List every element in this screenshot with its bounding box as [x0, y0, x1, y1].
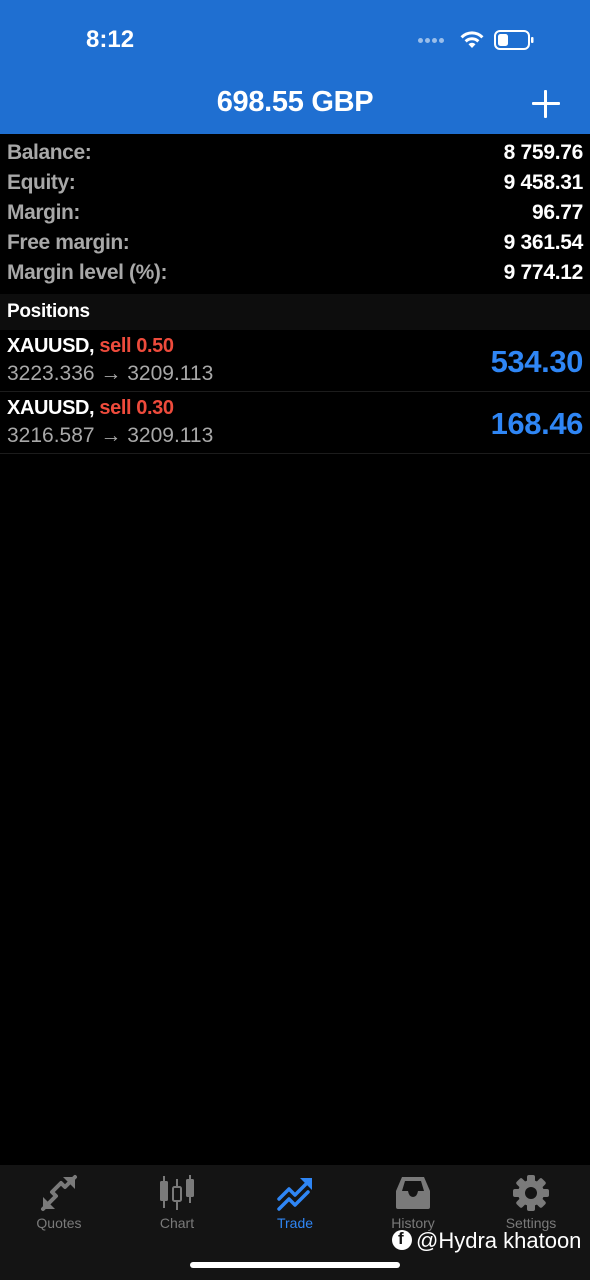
equity-label: Equity:: [7, 171, 76, 194]
summary-row-balance: Balance: 8 759.76: [0, 138, 590, 168]
facebook-icon: [392, 1229, 412, 1251]
positions-title: Positions: [7, 301, 90, 322]
position-prices: 3216.587 → 3209.113: [7, 424, 214, 447]
cellular-signal-icon: [418, 38, 450, 44]
free-margin-label: Free margin:: [7, 231, 130, 254]
account-summary: Balance: 8 759.76 Equity: 9 458.31 Margi…: [0, 138, 590, 288]
summary-row-free-margin: Free margin: 9 361.54: [0, 228, 590, 258]
tab-trade[interactable]: Trade: [236, 1165, 354, 1235]
tab-chart[interactable]: Chart: [118, 1165, 236, 1235]
positions-list: XAUUSD, sell 0.50 3223.336 → 3209.113 53…: [0, 330, 590, 454]
account-profit-title: 698.55 GBP: [216, 86, 374, 118]
candlestick-chart-icon: [160, 1175, 194, 1210]
position-side-volume: sell 0.50: [99, 335, 174, 357]
summary-row-margin: Margin: 96.77: [0, 198, 590, 228]
position-header: XAUUSD, sell 0.50: [7, 335, 174, 358]
equity-value: 9 458.31: [503, 171, 584, 194]
margin-level-label: Margin level (%):: [7, 261, 168, 284]
position-prices: 3223.336 → 3209.113: [7, 362, 214, 385]
quotes-icon: [41, 1175, 77, 1211]
position-profit: 534.30: [490, 344, 584, 379]
wifi-icon: [460, 31, 484, 48]
position-row[interactable]: XAUUSD, sell 0.30 3216.587 → 3209.113 16…: [0, 392, 590, 454]
tab-quotes[interactable]: Quotes: [0, 1165, 118, 1235]
balance-value: 8 759.76: [503, 141, 584, 164]
inbox-history-icon: [396, 1177, 430, 1209]
tab-quotes-label: Quotes: [36, 1215, 82, 1231]
top-header: 8:12 698.55 GBP: [0, 0, 590, 134]
gear-icon: [513, 1175, 549, 1211]
position-profit: 168.46: [490, 406, 584, 441]
watermark: @Hydra khatoon: [392, 1228, 581, 1256]
positions-section-header: Positions: [0, 294, 590, 330]
status-time: 8:12: [86, 26, 135, 53]
margin-label: Margin:: [7, 201, 81, 224]
balance-label: Balance:: [7, 141, 92, 164]
summary-row-equity: Equity: 9 458.31: [0, 168, 590, 198]
tab-history[interactable]: History: [354, 1165, 472, 1235]
free-margin-value: 9 361.54: [503, 231, 584, 254]
margin-level-value: 9 774.12: [503, 261, 584, 284]
position-symbol: XAUUSD,: [7, 335, 95, 357]
summary-row-margin-level: Margin level (%): 9 774.12: [0, 258, 590, 288]
tab-settings[interactable]: Settings: [472, 1165, 590, 1235]
position-side-volume: sell 0.30: [99, 397, 174, 419]
margin-value: 96.77: [531, 201, 583, 224]
battery-icon: [494, 30, 534, 50]
tab-trade-label: Trade: [276, 1215, 314, 1231]
position-row[interactable]: XAUUSD, sell 0.50 3223.336 → 3209.113 53…: [0, 330, 590, 392]
home-indicator[interactable]: [190, 1262, 400, 1268]
tab-chart-label: Chart: [159, 1215, 195, 1231]
new-order-plus-button[interactable]: [532, 90, 560, 118]
watermark-text: @Hydra khatoon: [416, 1228, 582, 1253]
trade-trend-icon: [277, 1178, 312, 1211]
position-symbol: XAUUSD,: [7, 397, 95, 419]
position-header: XAUUSD, sell 0.30: [7, 397, 174, 420]
